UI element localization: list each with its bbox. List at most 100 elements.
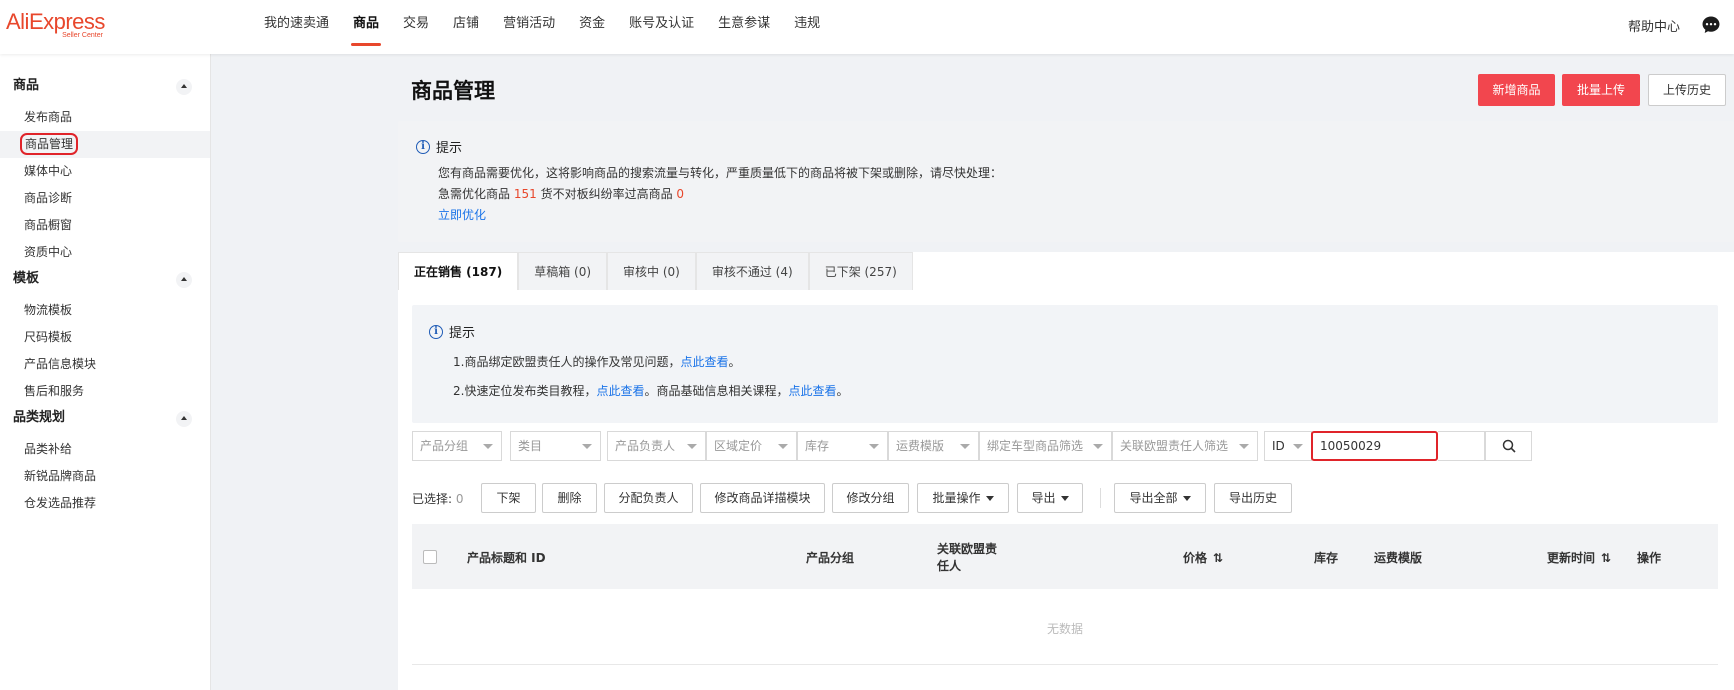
sort-icon[interactable]: ⇅ — [1601, 551, 1611, 565]
sidebar-item-product-management[interactable]: 商品管理 — [0, 131, 210, 158]
collapse-caret-icon[interactable] — [176, 79, 192, 95]
sidebar-group-templates[interactable]: 模板 — [0, 266, 210, 292]
tab-drafts[interactable]: 草稿箱 (0) — [518, 252, 608, 290]
tab-offline[interactable]: 已下架 (257) — [808, 252, 913, 290]
select-all-checkbox[interactable] — [423, 550, 437, 564]
nav-item-account[interactable]: 账号及认证 — [617, 0, 706, 54]
dropdown-arrow-icon — [869, 444, 879, 449]
tip-title: 提示 — [436, 141, 463, 156]
dropdown-arrow-icon — [483, 444, 493, 449]
sidebar-item-showcase[interactable]: 商品橱窗 — [0, 212, 210, 239]
dropdown-arrow-icon — [687, 444, 697, 449]
batch-operations-button[interactable]: 批量操作 — [917, 483, 1009, 513]
dropdown-arrow-icon — [582, 444, 592, 449]
sidebar-item-product-info-module[interactable]: 产品信息模块 — [0, 351, 210, 378]
upload-history-button[interactable]: 上传历史 — [1648, 74, 1726, 106]
filter-stock[interactable]: 库存 — [797, 431, 888, 461]
mismatch-count[interactable]: 0 — [676, 187, 684, 201]
add-product-button[interactable]: 新增商品 — [1478, 74, 1555, 106]
sort-icon[interactable]: ⇅ — [1213, 551, 1223, 565]
tip-line-2: 急需优化商品 151 货不对板纠纷率过高商品 0 — [438, 185, 684, 202]
batch-upload-button[interactable]: 批量上传 — [1562, 74, 1640, 106]
column-eu-representative: 关联欧盟责 任人 — [937, 542, 998, 573]
delete-button[interactable]: 删除 — [542, 483, 597, 513]
aliexpress-logo[interactable]: AliExpress Seller Center — [6, 9, 105, 40]
chat-bubble-icon[interactable] — [1701, 15, 1721, 35]
sidebar-item-qualification[interactable]: 资质中心 — [0, 239, 210, 266]
view-link[interactable]: 点此查看 — [788, 384, 836, 398]
optimize-now-link[interactable]: 立即优化 — [438, 206, 486, 223]
sidebar-item-shipping-template[interactable]: 物流模板 — [0, 297, 210, 324]
nav-item-store[interactable]: 店铺 — [441, 0, 491, 54]
edit-detail-module-button[interactable]: 修改商品详描模块 — [700, 483, 825, 513]
top-bar: AliExpress Seller Center 我的速卖通 商品 交易 店铺 … — [0, 0, 1734, 54]
filter-eu-representative[interactable]: 关联欧盟责任人筛选 — [1112, 431, 1258, 461]
info-icon: i — [429, 324, 443, 339]
dropdown-arrow-icon — [1182, 496, 1191, 501]
nav-item-analytics[interactable]: 生意参谋 — [706, 0, 782, 54]
id-type-select[interactable]: ID — [1264, 431, 1312, 461]
dropdown-arrow-icon — [1060, 496, 1069, 501]
nav-item-my-aliexpress[interactable]: 我的速卖通 — [252, 0, 341, 54]
dropdown-arrow-icon — [778, 444, 788, 449]
sidebar-item-warehouse-selection[interactable]: 仓发选品推荐 — [0, 490, 210, 517]
nav-item-trade[interactable]: 交易 — [391, 0, 441, 54]
sidebar-item-media-center[interactable]: 媒体中心 — [0, 158, 210, 185]
sidebar-item-after-sales[interactable]: 售后和服务 — [0, 378, 210, 405]
sidebar-item-category-supply[interactable]: 品类补给 — [0, 436, 210, 463]
filter-regional-pricing[interactable]: 区域定价 — [706, 431, 797, 461]
edit-group-button[interactable]: 修改分组 — [832, 483, 909, 513]
dropdown-arrow-icon — [1239, 444, 1249, 449]
dropdown-arrow-icon — [960, 444, 970, 449]
nav-item-marketing[interactable]: 营销活动 — [491, 0, 567, 54]
search-icon — [1502, 439, 1516, 453]
export-all-button[interactable]: 导出全部 — [1114, 483, 1206, 513]
id-input-tail[interactable] — [1438, 431, 1485, 461]
filter-category[interactable]: 类目 — [510, 431, 601, 461]
nav-item-violations[interactable]: 违规 — [782, 0, 832, 54]
pending-count[interactable]: 151 — [514, 187, 537, 201]
filter-shipping-template[interactable]: 运费模版 — [888, 431, 979, 461]
collapse-caret-icon[interactable] — [176, 272, 192, 288]
tab-rejected[interactable]: 审核不通过 (4) — [695, 252, 809, 290]
column-price[interactable]: 价格 ⇅ — [1183, 549, 1223, 566]
assign-owner-button[interactable]: 分配负责人 — [604, 483, 693, 513]
column-product-group: 产品分组 — [806, 551, 855, 565]
status-tabs: 正在销售 (187) 草稿箱 (0) 审核中 (0) 审核不通过 (4) 已下架… — [398, 252, 913, 290]
export-button[interactable]: 导出 — [1017, 483, 1083, 513]
export-history-button[interactable]: 导出历史 — [1214, 483, 1292, 513]
sidebar-item-size-template[interactable]: 尺码模板 — [0, 324, 210, 351]
search-button[interactable] — [1485, 431, 1532, 461]
dropdown-arrow-icon — [985, 496, 994, 501]
sidebar-group-category-planning[interactable]: 品类规划 — [0, 405, 210, 431]
view-link[interactable]: 点此查看 — [596, 384, 644, 398]
column-title-id: 产品标题和 ID — [467, 551, 546, 565]
sidebar-group-title: 商品 — [13, 78, 40, 93]
sidebar-group-title: 品类规划 — [13, 410, 66, 425]
view-link[interactable]: 点此查看 — [680, 355, 728, 369]
filter-vehicle-binding[interactable]: 绑定车型商品筛选 — [979, 431, 1112, 461]
sidebar-item-new-brand-products[interactable]: 新锐品牌商品 — [0, 463, 210, 490]
logo-brand: AliExpress — [6, 9, 105, 34]
tip-line-1: 您有商品需要优化，这将影响商品的搜索流量与转化，严重质量低下的商品将被下架或删除… — [438, 166, 1003, 180]
take-offline-button[interactable]: 下架 — [481, 483, 536, 513]
nav-item-funds[interactable]: 资金 — [567, 0, 617, 54]
mismatch-label: 货不对板纠纷率过高商品 — [540, 187, 673, 201]
column-updated-time[interactable]: 更新时间 ⇅ — [1547, 549, 1611, 566]
collapse-caret-icon[interactable] — [176, 411, 192, 427]
tip-title: 提示 — [449, 326, 476, 341]
sidebar-item-product-diagnosis[interactable]: 商品诊断 — [0, 185, 210, 212]
empty-state: 无数据 — [1047, 622, 1084, 636]
filter-owner[interactable]: 产品负责人 — [607, 431, 706, 461]
nav-item-products[interactable]: 商品 — [341, 0, 391, 54]
help-tip-panel: i 提示 1.商品绑定欧盟责任人的操作及常见问题，点此查看。 2.快速定位发布类目… — [412, 305, 1718, 423]
help-center-link[interactable]: 帮助中心 — [1628, 16, 1680, 35]
main-nav: 我的速卖通 商品 交易 店铺 营销活动 资金 账号及认证 生意参谋 违规 — [252, 0, 832, 54]
filter-product-group[interactable]: 产品分组 — [412, 431, 502, 461]
sidebar-group-products[interactable]: 商品 — [0, 73, 210, 99]
sidebar: 商品 发布商品 商品管理 媒体中心 商品诊断 商品橱窗 资质中心 模板 物流模板… — [0, 54, 211, 690]
sidebar-item-publish-product[interactable]: 发布商品 — [0, 104, 210, 131]
tab-on-sale[interactable]: 正在销售 (187) — [398, 252, 519, 290]
tab-under-review[interactable]: 审核中 (0) — [607, 252, 696, 290]
id-search-input[interactable]: 10050029 — [1311, 431, 1438, 461]
